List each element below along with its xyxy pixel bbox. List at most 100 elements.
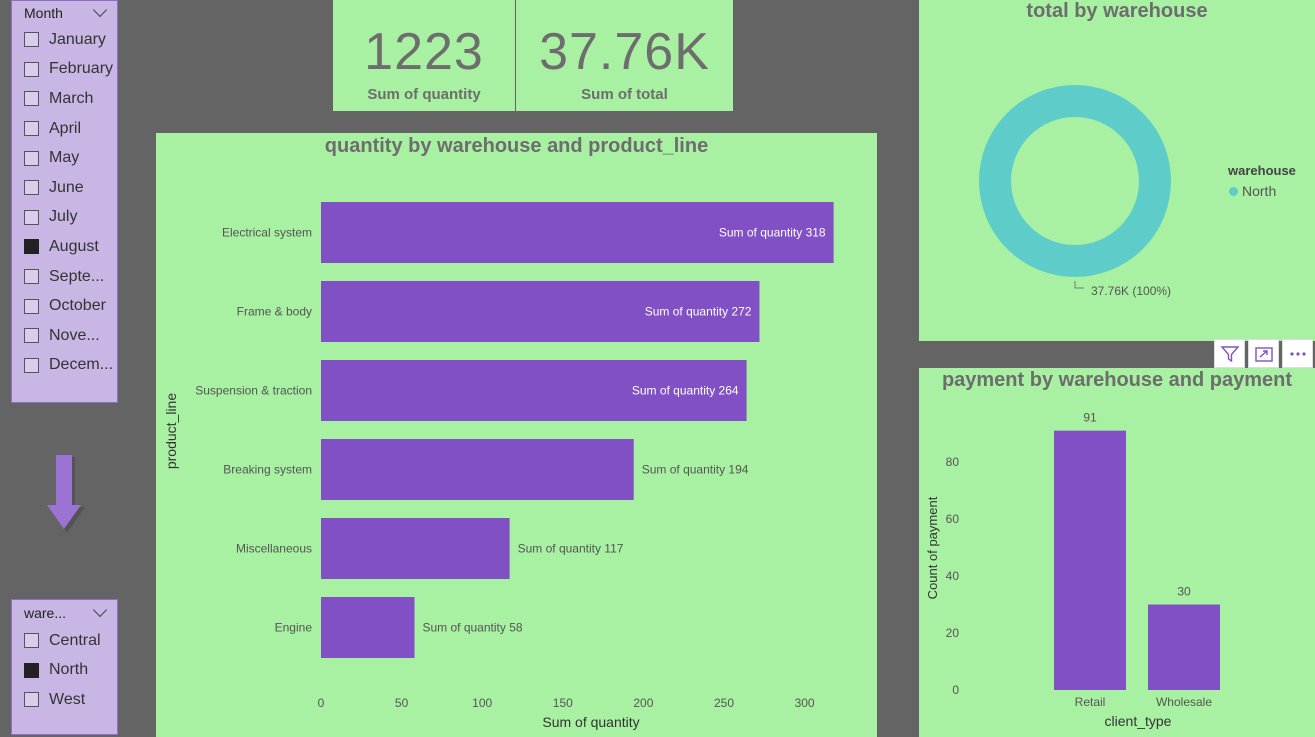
checkbox[interactable] (24, 91, 39, 107)
checkbox[interactable] (24, 692, 39, 708)
month-item-label: January (49, 30, 106, 48)
y-tick-label: 0 (952, 683, 959, 697)
quantity-card-value: 1223 (364, 23, 484, 81)
warehouse-slicer: ware... Central North West (11, 599, 118, 735)
warehouse-item-label: North (49, 661, 89, 679)
checkbox-checked[interactable] (24, 662, 39, 678)
x-axis-title: Sum of quantity (542, 714, 639, 730)
data-label: 37.76K (100%) (1091, 284, 1171, 298)
month-item-label: Decem... (49, 356, 114, 374)
month-item-label: July (49, 208, 78, 226)
y-tick-label: 40 (946, 569, 960, 583)
checkbox[interactable] (24, 180, 39, 196)
checkbox[interactable] (24, 328, 39, 344)
x-tick-label: 150 (553, 696, 573, 710)
checkbox[interactable] (24, 32, 39, 48)
month-item-may[interactable]: May (12, 143, 117, 173)
quantity-bar-chart-panel[interactable]: quantity by warehouse and product_line E… (156, 133, 877, 737)
month-item-label: February (49, 60, 114, 78)
warehouse-item-label: West (49, 690, 86, 708)
y-axis-title: Count of payment (925, 496, 940, 599)
legend-item-north[interactable]: North (1229, 183, 1276, 199)
payment-bar-chart: 91 Retail 30 Wholesale 0 20 40 60 80 client_type C… (925, 411, 1220, 729)
category-label: Wholesale (1156, 695, 1212, 709)
month-item-label: Septe... (49, 267, 105, 285)
warehouse-item-label: Central (49, 631, 101, 649)
month-slicer-header[interactable]: Month (12, 1, 117, 25)
chart-title: total by warehouse (1026, 0, 1208, 22)
month-item-label: October (49, 297, 106, 315)
month-item-august[interactable]: August (12, 232, 117, 262)
checkbox[interactable] (24, 633, 39, 649)
more-options-button[interactable] (1282, 339, 1313, 368)
payment-bar-chart-panel[interactable]: payment by warehouse and payment 91 Retai… (919, 368, 1315, 737)
bar (1054, 430, 1126, 690)
warehouse-slicer-header[interactable]: ware... (12, 600, 117, 626)
filter-icon (1219, 345, 1240, 362)
focus-mode-button[interactable] (1248, 339, 1279, 368)
total-donut-chart-panel[interactable]: total by warehouse 37.76K (100%) warehou… (919, 0, 1315, 341)
data-label: Sum of quantity 58 (422, 621, 522, 635)
month-item-march[interactable]: March (12, 84, 117, 114)
month-item-january[interactable]: January (12, 25, 117, 55)
legend-title: warehouse (1228, 163, 1296, 178)
month-item-nove[interactable]: Nove... (12, 321, 117, 351)
month-item-october[interactable]: October (12, 291, 117, 321)
month-item-april[interactable]: April (12, 114, 117, 144)
quantity-bar-chart: Electrical system Sum of quantity 318 Fram… (163, 202, 834, 730)
checkbox[interactable] (24, 269, 39, 285)
x-tick-label: 300 (795, 696, 815, 710)
focus-mode-icon (1254, 346, 1273, 362)
checkbox[interactable] (24, 61, 39, 77)
quantity-card-label: Sum of quantity (367, 86, 481, 103)
x-tick-label: 250 (714, 696, 734, 710)
checkbox[interactable] (24, 121, 39, 137)
category-label: Frame & body (237, 305, 312, 319)
x-tick-label: 50 (395, 696, 409, 710)
month-item-decem[interactable]: Decem... (12, 351, 117, 381)
chart-title: quantity by warehouse and product_line (324, 135, 709, 157)
month-item-february[interactable]: February (12, 55, 117, 85)
warehouse-item-north[interactable]: North (12, 656, 117, 686)
filter-button[interactable] (1214, 339, 1245, 368)
checkbox[interactable] (24, 298, 39, 314)
y-axis-title: product_line (163, 393, 179, 469)
category-label: Electrical system (222, 226, 312, 240)
month-item-july[interactable]: July (12, 203, 117, 233)
y-tick-label: 20 (946, 626, 960, 640)
warehouse-item-central[interactable]: Central (12, 626, 117, 656)
bar (321, 597, 415, 658)
donut-slice-north (979, 85, 1171, 277)
category-label: Retail (1075, 695, 1106, 709)
chevron-down-icon[interactable] (92, 2, 108, 18)
total-card[interactable]: 37.76K Sum of total (516, 0, 733, 111)
visual-header-toolbar (1214, 339, 1313, 368)
bar (321, 439, 634, 500)
data-label: Sum of quantity 264 (632, 384, 739, 398)
total-card-value: 37.76K (539, 23, 710, 81)
category-label: Suspension & traction (195, 384, 312, 398)
data-label: Sum of quantity 318 (719, 226, 826, 240)
month-item-label: June (49, 178, 84, 196)
checkbox[interactable] (24, 357, 39, 373)
data-label: Sum of quantity 117 (518, 542, 624, 556)
month-item-june[interactable]: June (12, 173, 117, 203)
bar (321, 518, 510, 579)
quantity-card[interactable]: 1223 Sum of quantity (333, 0, 515, 111)
month-item-septe[interactable]: Septe... (12, 262, 117, 292)
checkbox[interactable] (24, 150, 39, 166)
data-label: Sum of quantity 194 (642, 463, 749, 477)
arrow-down-icon (47, 455, 85, 533)
total-card-label: Sum of total (581, 86, 668, 103)
x-axis-title: client_type (1105, 713, 1172, 729)
checkbox[interactable] (24, 209, 39, 225)
warehouse-slicer-title: ware... (24, 605, 67, 621)
x-tick-label: 0 (318, 696, 325, 710)
data-label: 30 (1177, 585, 1191, 599)
chevron-down-icon[interactable] (92, 602, 108, 618)
warehouse-item-west[interactable]: West (12, 685, 117, 715)
legend-label: North (1242, 183, 1277, 199)
bar (1148, 604, 1220, 690)
checkbox-checked[interactable] (24, 239, 39, 255)
leader-line (1074, 281, 1084, 289)
